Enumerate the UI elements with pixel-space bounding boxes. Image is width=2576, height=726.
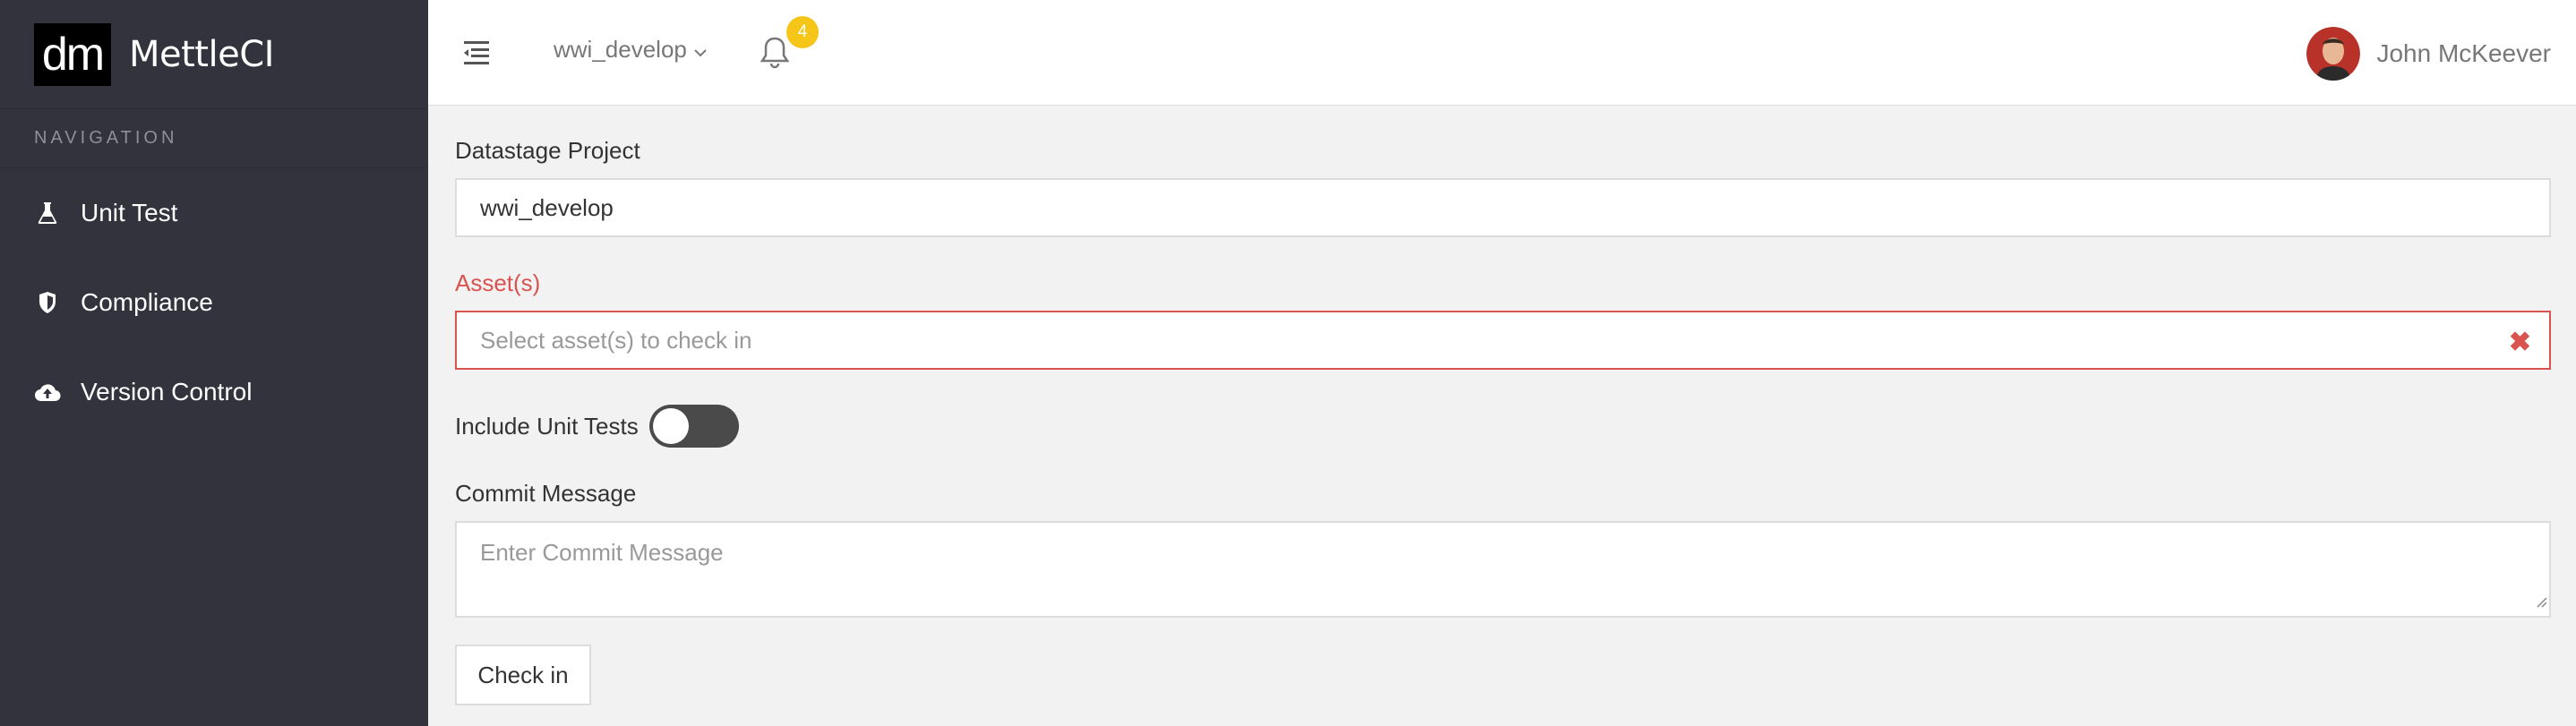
user-name: John McKeever (2376, 39, 2551, 67)
bell-icon[interactable] (760, 36, 790, 74)
check-in-button[interactable]: Check in (455, 645, 591, 705)
include-tests-label: Include Unit Tests (455, 412, 639, 440)
sidebar-item-unit-test[interactable]: Unit Test (0, 168, 428, 258)
sidebar-item-compliance[interactable]: Compliance (0, 258, 428, 347)
user-menu[interactable]: John McKeever (2306, 27, 2551, 81)
notification-badge: 4 (786, 16, 819, 48)
sidebar-item-label: Unit Test (81, 199, 178, 226)
assets-placeholder: Select asset(s) to check in (480, 326, 752, 354)
project-field[interactable]: wwi_develop (455, 178, 2551, 237)
include-tests-toggle[interactable] (648, 405, 739, 448)
sidebar: dm MettleCI NAVIGATION Unit Test Complia… (0, 0, 428, 726)
clear-icon[interactable]: ✖ (2509, 327, 2531, 358)
sidebar-item-label: Version Control (81, 378, 253, 406)
resize-handle-icon[interactable] (2535, 586, 2547, 614)
shield-icon (34, 291, 61, 314)
project-dropdown-value: wwi_develop (554, 36, 687, 63)
project-label: Datastage Project (455, 137, 640, 164)
nav-header: NAVIGATION (0, 109, 428, 168)
assets-select[interactable]: Select asset(s) to check in ✖ (455, 311, 2551, 370)
commit-message-input[interactable]: Enter Commit Message (455, 521, 2551, 618)
menu-toggle-icon[interactable] (464, 39, 493, 66)
sidebar-item-label: Compliance (81, 288, 213, 316)
sidebar-item-version-control[interactable]: Version Control (0, 347, 428, 437)
flask-icon (34, 201, 61, 225)
include-tests-row: Include Unit Tests (455, 405, 739, 448)
project-dropdown[interactable]: wwi_develop (554, 36, 707, 64)
brand[interactable]: dm MettleCI (0, 0, 428, 109)
commit-placeholder: Enter Commit Message (480, 539, 724, 566)
toggle-knob (652, 408, 689, 444)
avatar (2306, 27, 2361, 81)
brand-logo: dm (34, 22, 111, 86)
assets-label: Asset(s) (455, 269, 541, 296)
brand-name: MettleCI (129, 33, 274, 75)
topbar: wwi_develop 4 John McKeever (428, 0, 2576, 106)
cloud-upload-icon (34, 381, 61, 403)
chevron-down-icon (694, 36, 707, 64)
commit-label: Commit Message (455, 480, 637, 507)
